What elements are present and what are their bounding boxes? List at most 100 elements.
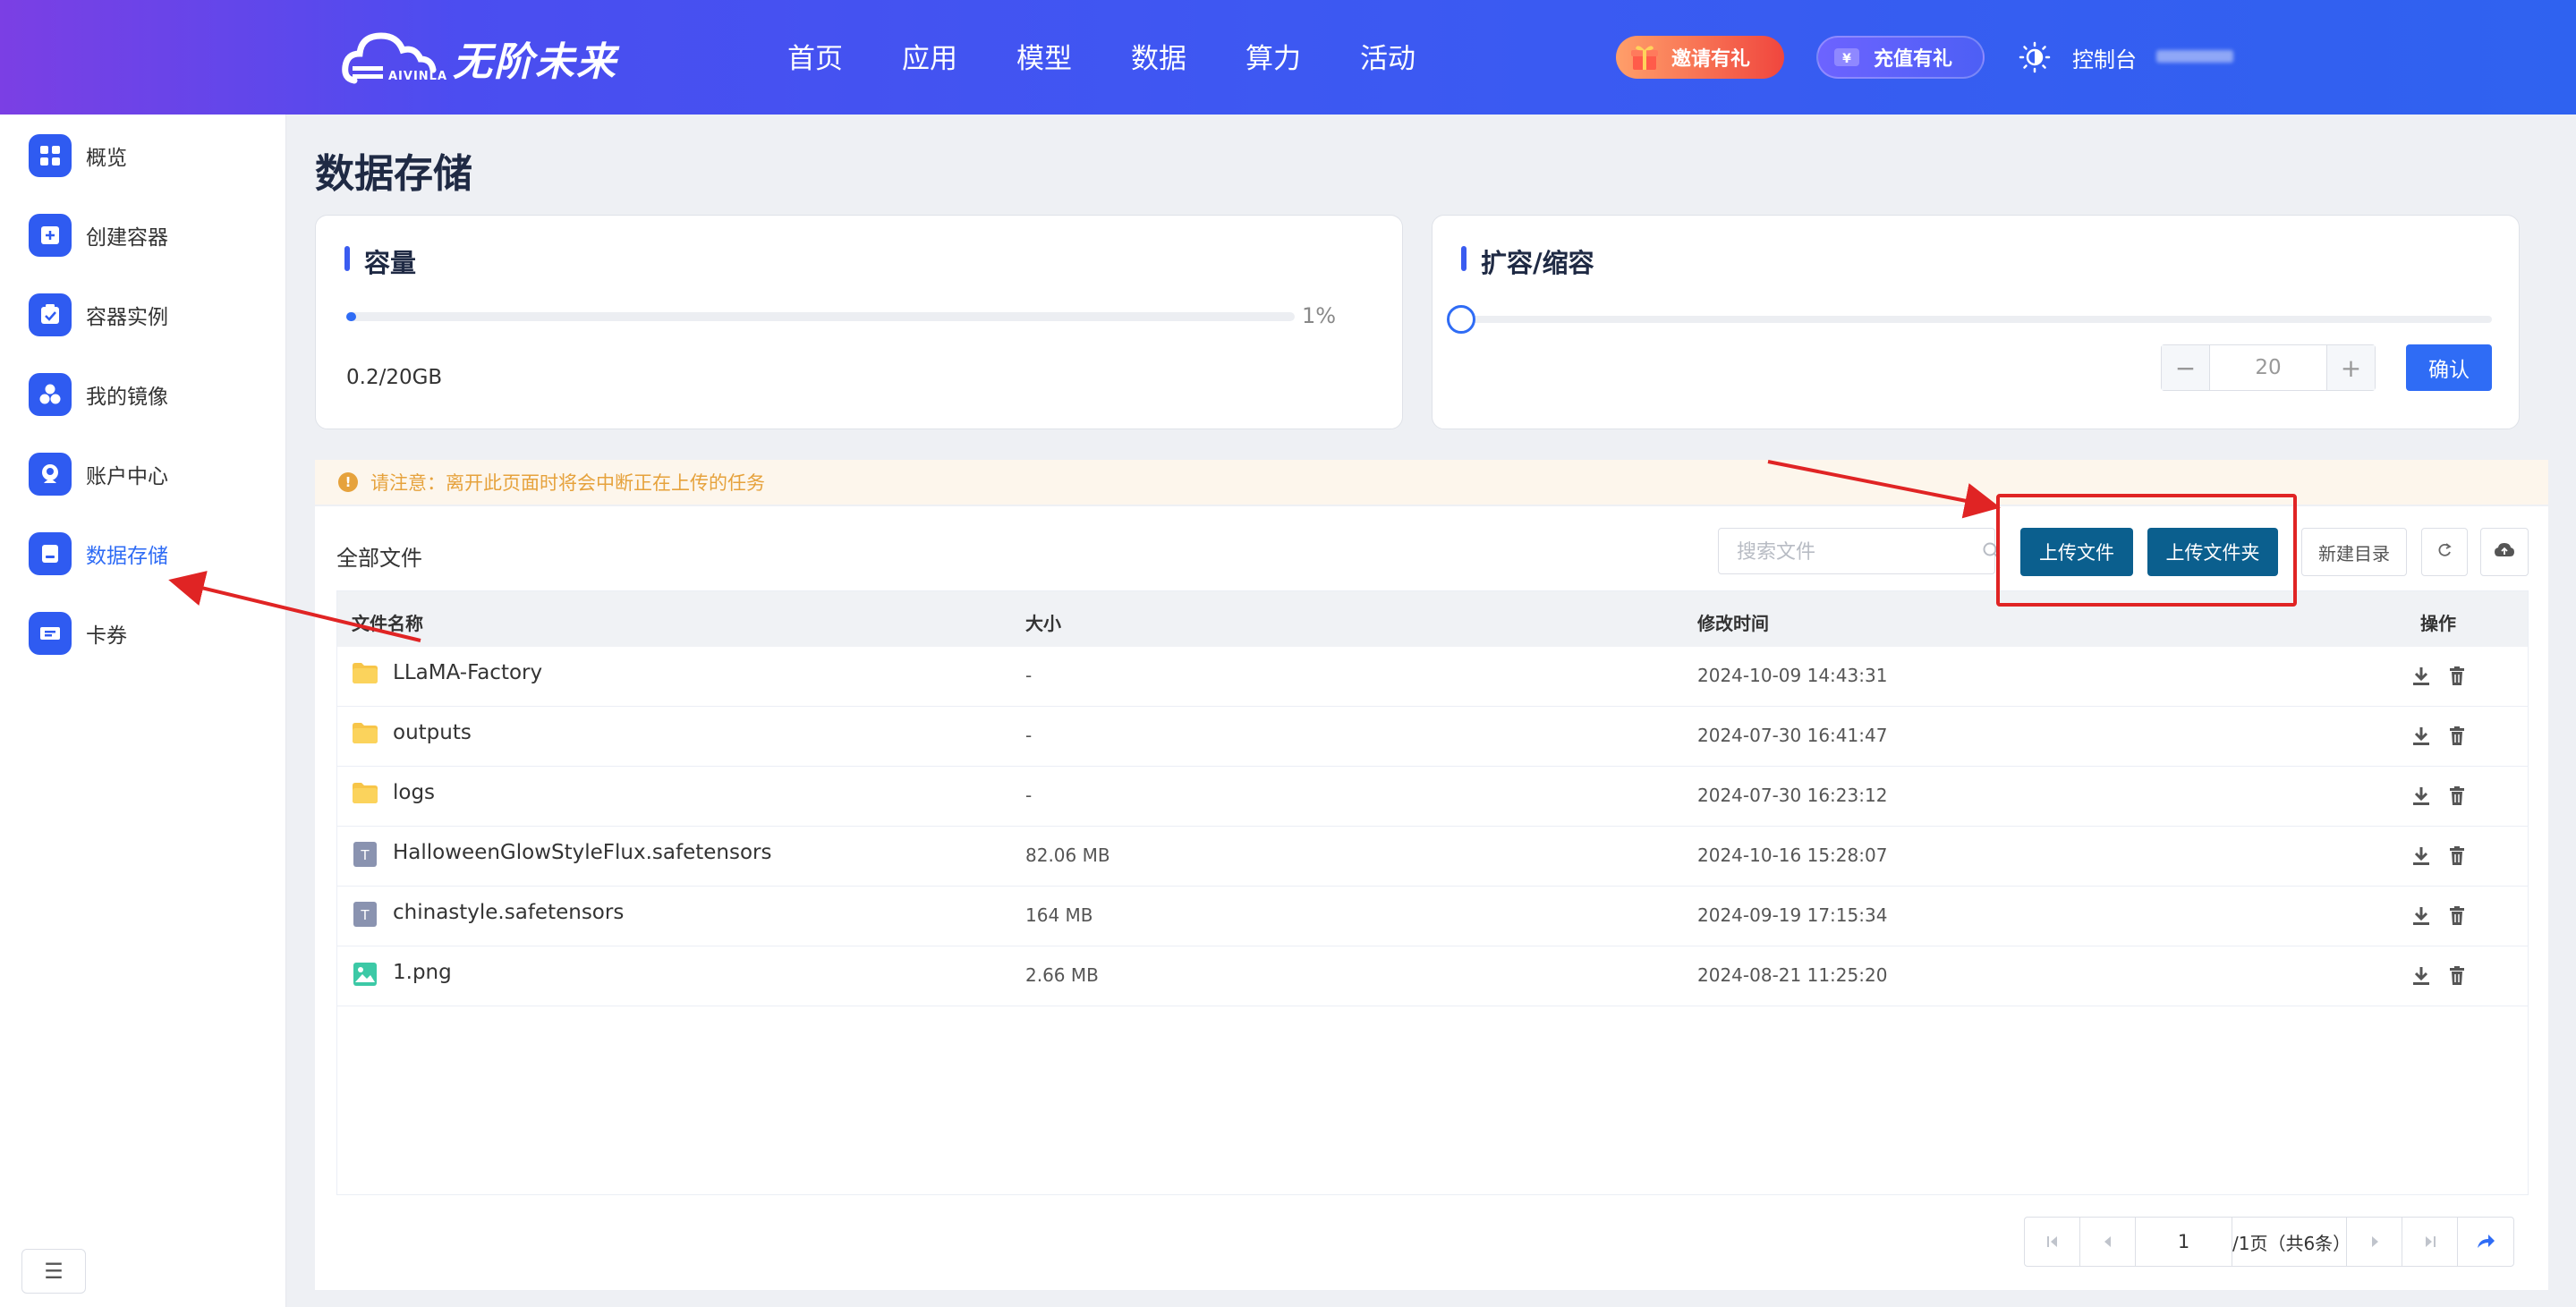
- refresh-button[interactable]: [2421, 528, 2468, 576]
- invite-button[interactable]: 邀请有礼: [1616, 36, 1784, 79]
- console-link[interactable]: 控制台: [2072, 42, 2137, 73]
- delete-icon[interactable]: [2445, 785, 2469, 808]
- capacity-card: 容量 1% 0.2/20GB: [315, 215, 1403, 429]
- folder-icon: [352, 721, 378, 744]
- refresh-icon: [2436, 541, 2453, 564]
- search-input[interactable]: [1737, 539, 1969, 564]
- recharge-button[interactable]: ¥ 充值有礼: [1816, 36, 1985, 79]
- folder-icon: [352, 661, 378, 684]
- capacity-usage: 0.2/20GB: [346, 366, 443, 389]
- cloud-upload-button[interactable]: [2480, 528, 2529, 576]
- files-breadcrumb[interactable]: 全部文件: [336, 540, 422, 572]
- last-page-icon[interactable]: [2402, 1218, 2458, 1266]
- prev-page-icon[interactable]: [2080, 1218, 2136, 1266]
- main-nav: 首页 应用 模型 数据 算力 活动: [787, 36, 1475, 76]
- nav-home[interactable]: 首页: [787, 36, 843, 76]
- file-size: 2.66 MB: [1025, 964, 1099, 986]
- file-name[interactable]: HalloweenGlowStyleFlux.safetensors: [393, 841, 771, 864]
- table-row[interactable]: Tchinastyle.safetensors 164 MB 2024-09-19 …: [337, 887, 2528, 946]
- file-size: 164 MB: [1025, 904, 1093, 926]
- nav-compute[interactable]: 算力: [1245, 36, 1301, 76]
- download-icon[interactable]: [2410, 725, 2433, 748]
- slider-handle[interactable]: [1447, 305, 1475, 334]
- invite-label: 邀请有礼: [1671, 48, 1751, 71]
- download-icon[interactable]: [2410, 665, 2433, 688]
- file-modified: 2024-09-19 17:15:34: [1697, 904, 1888, 926]
- table-row[interactable]: outputs - 2024-07-30 16:41:47: [337, 707, 2528, 767]
- check-box-icon: [29, 293, 72, 336]
- sidebar-item-label: 创建容器: [86, 226, 168, 250]
- sidebar-item-data-storage[interactable]: 数据存储: [29, 530, 168, 577]
- nav-data[interactable]: 数据: [1131, 36, 1186, 76]
- file-name[interactable]: logs: [393, 781, 435, 804]
- file-name-cell[interactable]: LLaMA-Factory: [352, 661, 542, 684]
- notice-text: 请注意：离开此页面时将会中断正在上传的任务: [370, 472, 765, 494]
- delete-icon[interactable]: [2445, 844, 2469, 868]
- file-size: -: [1025, 665, 1033, 686]
- search-box: [1718, 528, 2000, 574]
- file-name[interactable]: LLaMA-Factory: [393, 661, 542, 684]
- nav-models[interactable]: 模型: [1016, 36, 1072, 76]
- brand-logo[interactable]: AIVINLA 无阶未来: [342, 27, 617, 89]
- sidebar-item-label: 概览: [86, 147, 127, 170]
- delete-icon[interactable]: [2445, 725, 2469, 748]
- svg-text:T: T: [360, 847, 370, 863]
- table-row[interactable]: T HalloweenGlowStyleFlux.safetensors 82.06…: [337, 827, 2528, 887]
- page-number-input[interactable]: 1: [2136, 1218, 2232, 1266]
- file-name-cell[interactable]: outputs: [352, 721, 472, 744]
- user-name-redacted[interactable]: [2156, 50, 2233, 63]
- file-name-cell[interactable]: 1.png: [352, 961, 452, 986]
- sidebar-item-my-images[interactable]: 我的镜像: [29, 371, 168, 418]
- download-icon[interactable]: [2410, 964, 2433, 988]
- table-row[interactable]: LLaMA-Factory - 2024-10-09 14:43:31: [337, 647, 2528, 707]
- sidebar-collapse-button[interactable]: ☰: [21, 1249, 86, 1294]
- file-name[interactable]: outputs: [393, 721, 472, 744]
- folder-icon: [352, 781, 378, 804]
- capacity-slider[interactable]: [1461, 316, 2492, 323]
- increment-button[interactable]: +: [2326, 345, 2375, 390]
- table-row[interactable]: 1.png 2.66 MB 2024-08-21 11:25:20: [337, 946, 2528, 1006]
- brand-name: 无阶未来: [453, 39, 617, 85]
- plus-box-icon: [29, 214, 72, 257]
- nav-apps[interactable]: 应用: [902, 36, 957, 76]
- download-icon[interactable]: [2410, 904, 2433, 928]
- capacity-progress-fill: [346, 312, 356, 321]
- storage-icon: [29, 532, 72, 575]
- ticket-icon: [29, 612, 72, 655]
- new-directory-button[interactable]: 新建目录: [2301, 528, 2407, 576]
- delete-icon[interactable]: [2445, 904, 2469, 928]
- column-name: 文件名称: [352, 613, 423, 634]
- delete-icon[interactable]: [2445, 665, 2469, 688]
- jump-page-icon[interactable]: [2458, 1218, 2513, 1266]
- download-icon[interactable]: [2410, 785, 2433, 808]
- table-row[interactable]: logs - 2024-07-30 16:23:12: [337, 767, 2528, 827]
- file-name-cell[interactable]: Tchinastyle.safetensors: [352, 901, 624, 927]
- sidebar-item-label: 数据存储: [86, 545, 168, 568]
- file-modified: 2024-07-30 16:23:12: [1697, 785, 1888, 806]
- highlight-box: [1996, 494, 2297, 607]
- sidebar-item-create-container[interactable]: 创建容器: [29, 212, 168, 259]
- next-page-icon[interactable]: [2347, 1218, 2402, 1266]
- decrement-button[interactable]: −: [2162, 345, 2210, 390]
- text-file-icon: T: [352, 841, 378, 867]
- first-page-icon[interactable]: [2025, 1218, 2080, 1266]
- sidebar-item-coupons[interactable]: 卡券: [29, 610, 127, 657]
- text-file-icon: T: [352, 901, 378, 927]
- file-name[interactable]: chinastyle.safetensors: [393, 901, 624, 924]
- file-name-cell[interactable]: T HalloweenGlowStyleFlux.safetensors: [352, 841, 771, 867]
- sidebar-item-container-instances[interactable]: 容器实例: [29, 292, 168, 338]
- file-modified: 2024-10-09 14:43:31: [1697, 665, 1888, 686]
- theme-toggle-icon[interactable]: [2019, 41, 2051, 73]
- sidebar-item-overview[interactable]: 概览: [29, 132, 127, 179]
- warning-icon: !: [338, 472, 358, 492]
- confirm-button[interactable]: 确认: [2406, 344, 2492, 391]
- download-icon[interactable]: [2410, 844, 2433, 868]
- file-name[interactable]: 1.png: [393, 961, 452, 984]
- capacity-progress-bar: [346, 312, 1295, 321]
- nav-events[interactable]: 活动: [1360, 36, 1416, 76]
- capacity-value-input[interactable]: 20: [2210, 345, 2326, 390]
- delete-icon[interactable]: [2445, 964, 2469, 988]
- sidebar-item-account-center[interactable]: 账户中心: [29, 451, 168, 497]
- hexagons-icon: [29, 373, 72, 416]
- file-name-cell[interactable]: logs: [352, 781, 435, 804]
